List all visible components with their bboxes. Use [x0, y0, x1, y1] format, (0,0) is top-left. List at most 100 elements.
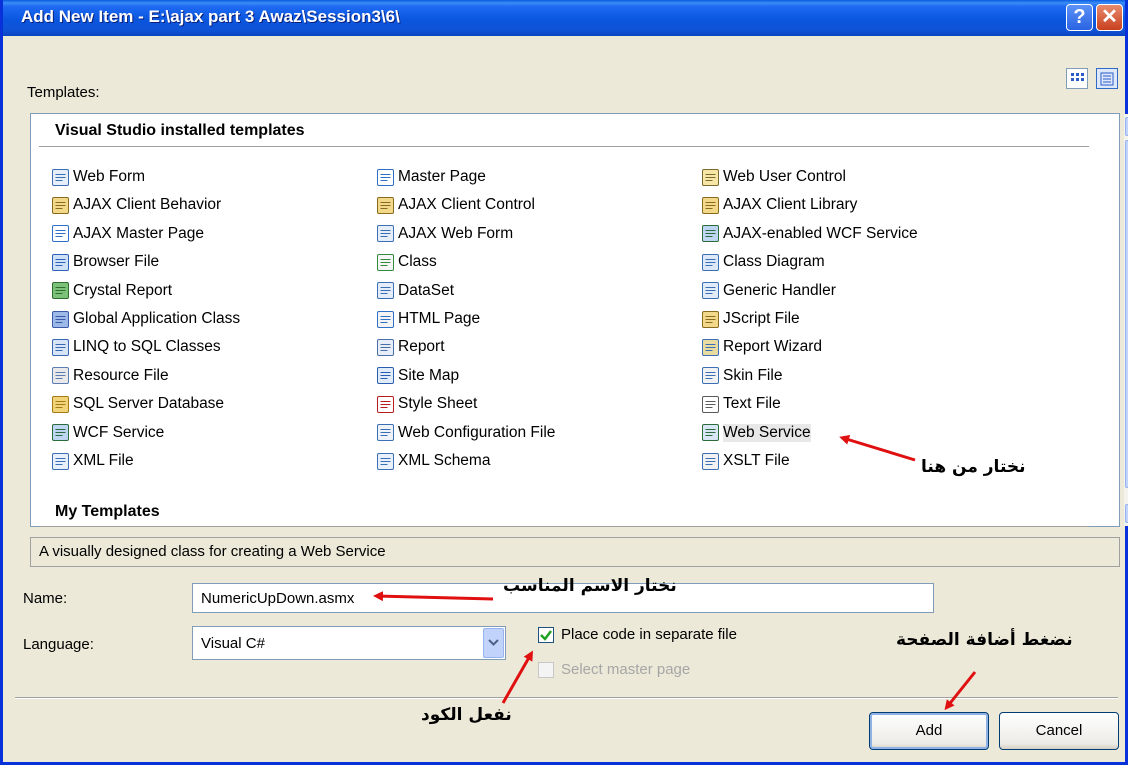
- large-icons-icon: [1071, 73, 1084, 81]
- template-item[interactable]: LINQ to SQL Classes: [51, 335, 221, 359]
- web-form-icon: [51, 168, 70, 187]
- annotation-choose-here: نختار من هنا: [921, 457, 1026, 477]
- template-item[interactable]: Report: [376, 335, 445, 359]
- template-item[interactable]: AJAX Web Form: [376, 222, 513, 246]
- wcf-service-icon: [51, 423, 70, 442]
- template-item[interactable]: XML Schema: [376, 449, 490, 473]
- footer-divider: [15, 697, 1118, 699]
- browser-file-icon: [51, 253, 70, 272]
- template-item-label: Text File: [723, 395, 781, 413]
- title-bar[interactable]: Add New Item - E:\ajax part 3 Awaz\Sessi…: [3, 0, 1125, 36]
- master-page-label: Select master page: [561, 661, 691, 678]
- language-label: Language:: [23, 636, 94, 653]
- section-divider: [39, 146, 1089, 147]
- template-item[interactable]: AJAX Client Library: [701, 193, 857, 217]
- add-button[interactable]: Add: [869, 712, 989, 750]
- template-item-label: LINQ to SQL Classes: [73, 338, 221, 356]
- template-item[interactable]: Text File: [701, 392, 781, 416]
- cancel-button[interactable]: Cancel: [999, 712, 1119, 750]
- template-item[interactable]: AJAX Master Page: [51, 222, 204, 246]
- global-app-icon: [51, 310, 70, 329]
- template-item[interactable]: Web Service: [701, 421, 811, 445]
- template-item[interactable]: Site Map: [376, 364, 459, 388]
- list-view-icon: [1100, 72, 1114, 86]
- template-item[interactable]: HTML Page: [376, 307, 480, 331]
- template-item[interactable]: DataSet: [376, 279, 454, 303]
- help-icon: ?: [1073, 6, 1086, 28]
- template-item[interactable]: Resource File: [51, 364, 169, 388]
- template-item-label: AJAX-enabled WCF Service: [723, 224, 918, 242]
- template-item[interactable]: Crystal Report: [51, 279, 172, 303]
- template-item-label: AJAX Web Form: [398, 224, 514, 242]
- template-item-label: AJAX Client Behavior: [73, 196, 222, 214]
- wcf-service-icon: [701, 224, 720, 243]
- template-item[interactable]: Web Configuration File: [376, 421, 555, 445]
- dialog-title: Add New Item - E:\ajax part 3 Awaz\Sessi…: [21, 7, 400, 26]
- html-page-icon: [376, 310, 395, 329]
- template-item[interactable]: SQL Server Database: [51, 392, 224, 416]
- master-page-checkbox[interactable]: [538, 662, 554, 678]
- template-item[interactable]: AJAX Client Control: [376, 193, 535, 217]
- template-item-label: Skin File: [723, 366, 783, 384]
- template-item[interactable]: Master Page: [376, 165, 486, 189]
- resource-file-icon: [51, 366, 70, 385]
- ajax-script-icon: [701, 310, 720, 329]
- help-button[interactable]: ?: [1066, 4, 1093, 31]
- template-item-label: Global Application Class: [73, 310, 241, 327]
- user-control-icon: [701, 168, 720, 187]
- arrow-to-add-button: [944, 671, 977, 711]
- language-select[interactable]: Visual C#: [192, 626, 506, 660]
- web-form-icon: [376, 224, 395, 243]
- template-item[interactable]: Class: [376, 250, 437, 274]
- language-dropdown-button[interactable]: [483, 628, 504, 658]
- template-item-label: AJAX Client Control: [398, 196, 535, 214]
- template-item[interactable]: Browser File: [51, 250, 159, 274]
- template-item[interactable]: AJAX-enabled WCF Service: [701, 222, 918, 246]
- annotation-press-add: نضغط أضافة الصفحة: [896, 630, 1073, 650]
- skin-file-icon: [701, 366, 720, 385]
- style-sheet-icon: [376, 395, 395, 414]
- database-icon: [51, 395, 70, 414]
- template-item[interactable]: WCF Service: [51, 421, 164, 445]
- web-service-icon: [701, 423, 720, 442]
- template-item-label: DataSet: [398, 281, 455, 299]
- large-icons-view-button[interactable]: [1066, 68, 1088, 89]
- site-map-icon: [376, 366, 395, 385]
- installed-templates-heading: Visual Studio installed templates: [55, 122, 305, 139]
- template-item[interactable]: XML File: [51, 449, 134, 473]
- chevron-down-icon: [488, 639, 499, 646]
- my-templates-heading: My Templates: [55, 503, 160, 520]
- small-icons-view-button[interactable]: [1096, 68, 1118, 89]
- template-item[interactable]: Global Application Class: [51, 307, 240, 331]
- text-file-icon: [701, 395, 720, 414]
- template-item-label: JScript File: [723, 310, 800, 327]
- template-item-label: Style Sheet: [398, 395, 478, 413]
- master-page-icon: [51, 224, 70, 243]
- separate-code-checkbox[interactable]: [538, 627, 554, 643]
- template-item-label: Browser File: [73, 253, 160, 271]
- annotation-enable-code: نفعل الكود: [421, 705, 512, 725]
- report-wizard-icon: [701, 338, 720, 357]
- template-item-label: AJAX Master Page: [73, 224, 204, 242]
- class-icon: [376, 253, 395, 272]
- template-item-label: XSLT File: [723, 452, 790, 469]
- template-item[interactable]: JScript File: [701, 307, 800, 331]
- web-config-icon: [376, 423, 395, 442]
- generic-handler-icon: [701, 281, 720, 300]
- template-item[interactable]: Web Form: [51, 165, 145, 189]
- linq-icon: [51, 338, 70, 357]
- add-new-item-dialog: Add New Item - E:\ajax part 3 Awaz\Sessi…: [0, 0, 1128, 765]
- template-item[interactable]: Generic Handler: [701, 279, 836, 303]
- template-item[interactable]: Report Wizard: [701, 335, 822, 359]
- close-button[interactable]: ✕: [1096, 4, 1123, 31]
- vertical-scrollbar[interactable]: [1124, 114, 1128, 526]
- ajax-script-icon: [701, 196, 720, 215]
- xml-schema-icon: [376, 452, 395, 471]
- template-item[interactable]: Style Sheet: [376, 392, 477, 416]
- template-item[interactable]: XSLT File: [701, 449, 790, 473]
- template-item[interactable]: Skin File: [701, 364, 782, 388]
- template-item[interactable]: AJAX Client Behavior: [51, 193, 221, 217]
- class-diagram-icon: [701, 253, 720, 272]
- template-item[interactable]: Class Diagram: [701, 250, 825, 274]
- template-item[interactable]: Web User Control: [701, 165, 846, 189]
